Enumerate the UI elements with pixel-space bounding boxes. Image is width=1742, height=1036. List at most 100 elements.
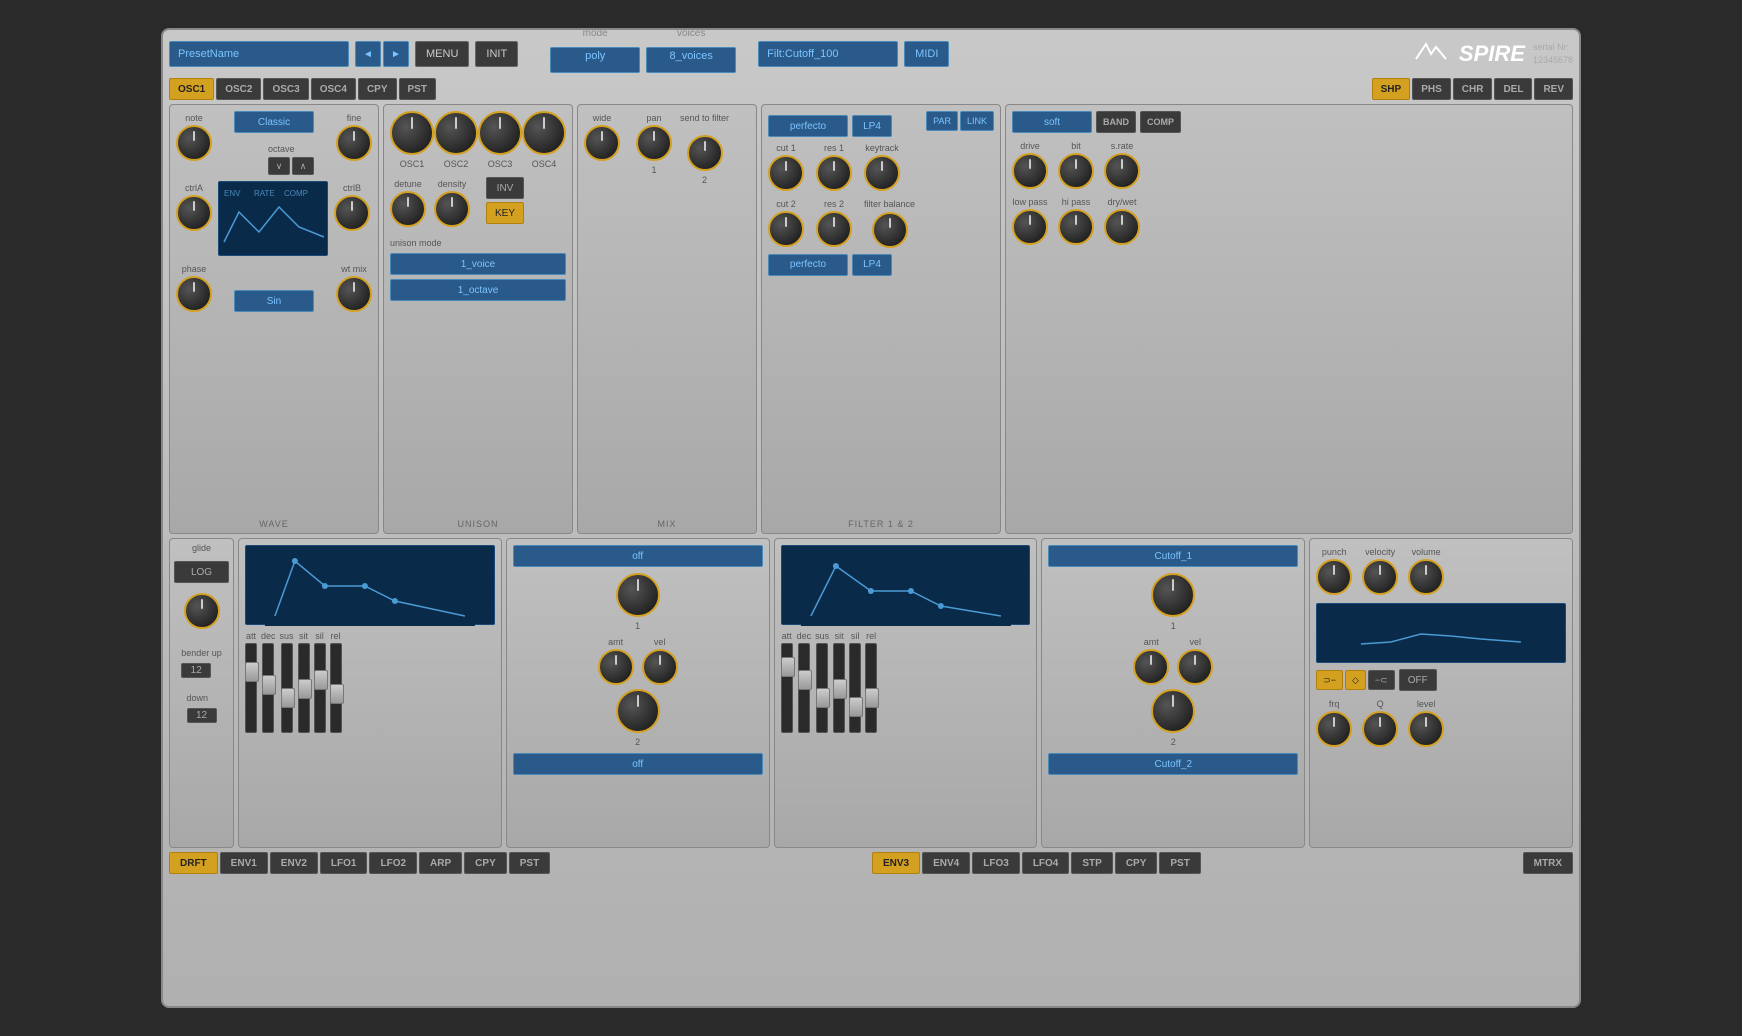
lfo2-tab[interactable]: LFO2 [369, 852, 417, 874]
lfo4-tab[interactable]: LFO4 [1022, 852, 1070, 874]
lfo1-off2-display[interactable]: off [513, 753, 763, 775]
band-button[interactable]: BAND [1096, 111, 1136, 133]
q-knob[interactable] [1362, 711, 1398, 747]
filter-balance-knob[interactable] [872, 212, 908, 248]
cut2-knob[interactable] [768, 211, 804, 247]
tab-osc2[interactable]: OSC2 [216, 78, 261, 100]
punch-knob[interactable] [1316, 559, 1352, 595]
ctrla-knob[interactable] [176, 195, 212, 231]
att1-fader[interactable] [245, 643, 257, 733]
pst-bottom-tab[interactable]: PST [509, 852, 550, 874]
tab-pst-osc[interactable]: PST [399, 78, 436, 100]
keytrack-knob[interactable] [864, 155, 900, 191]
eq-off-button[interactable]: OFF [1399, 669, 1437, 691]
voices-display[interactable]: 8_voices [646, 47, 736, 73]
filter1-mode-display[interactable]: LP4 [852, 115, 892, 137]
tab-osc4[interactable]: OSC4 [311, 78, 356, 100]
bender-down-value[interactable]: 12 [187, 708, 217, 723]
cpy-right-tab[interactable]: CPY [1115, 852, 1158, 874]
sin-display[interactable]: Sin [234, 290, 314, 312]
osc2-mix-knob[interactable] [434, 111, 478, 155]
env4-tab[interactable]: ENV4 [922, 852, 970, 874]
send-filter-knob[interactable] [687, 135, 723, 171]
dec3-fader[interactable] [798, 643, 810, 733]
lfo1-tab[interactable]: LFO1 [320, 852, 368, 874]
mode-display[interactable]: poly [550, 47, 640, 73]
bit-knob[interactable] [1058, 153, 1094, 189]
fx-tab-shp[interactable]: SHP [1372, 78, 1411, 100]
cutoff1-display[interactable]: Cutoff_1 [1048, 545, 1298, 567]
bender-up-value[interactable]: 12 [181, 663, 211, 678]
frq-knob[interactable] [1316, 711, 1352, 747]
ctrlb-knob[interactable] [334, 195, 370, 231]
detune-knob[interactable] [390, 191, 426, 227]
sit1-fader[interactable] [298, 643, 310, 733]
osc3-mix-knob[interactable] [478, 111, 522, 155]
note-knob[interactable] [176, 125, 212, 161]
vel3-knob[interactable] [1177, 649, 1213, 685]
cutoff2-display[interactable]: Cutoff_2 [1048, 753, 1298, 775]
lfo3-tab[interactable]: LFO3 [972, 852, 1020, 874]
preset-prev-button[interactable]: ◄ [355, 41, 381, 67]
sit3-fader[interactable] [833, 643, 845, 733]
lfo1-knob1[interactable] [616, 573, 660, 617]
filter2-type-display[interactable]: perfecto [768, 254, 848, 276]
fx-tab-phs[interactable]: PHS [1412, 78, 1451, 100]
osc1-mix-knob[interactable] [390, 111, 434, 155]
key-button[interactable]: KEY [486, 202, 524, 224]
res1-knob[interactable] [816, 155, 852, 191]
filter1-type-display[interactable]: perfecto [768, 115, 848, 137]
drft-tab[interactable]: DRFT [169, 852, 218, 874]
density-knob[interactable] [434, 191, 470, 227]
env3-tab[interactable]: ENV3 [872, 852, 920, 874]
dry-wet-knob[interactable] [1104, 209, 1140, 245]
sil1-fader[interactable] [314, 643, 326, 733]
sil3-fader[interactable] [849, 643, 861, 733]
wt-mix-knob[interactable] [336, 276, 372, 312]
mtrx-tab[interactable]: MTRX [1523, 852, 1573, 874]
amt3-knob[interactable] [1133, 649, 1169, 685]
log-button[interactable]: LOG [174, 561, 229, 583]
init-button[interactable]: INIT [475, 41, 518, 67]
fx-tab-chr[interactable]: CHR [1453, 78, 1493, 100]
midi-button[interactable]: MIDI [904, 41, 949, 67]
glide-knob[interactable] [184, 593, 220, 629]
env2-tab[interactable]: ENV2 [270, 852, 318, 874]
dec1-fader[interactable] [262, 643, 274, 733]
att3-fader[interactable] [781, 643, 793, 733]
oct-down-btn[interactable]: ∨ [268, 157, 290, 175]
stp-tab[interactable]: STP [1071, 852, 1112, 874]
wide-knob[interactable] [584, 125, 620, 161]
rel3-fader[interactable] [865, 643, 877, 733]
pitch-display[interactable]: Filt:Cutoff_100 [758, 41, 898, 67]
cpy-bottom-tab[interactable]: CPY [464, 852, 507, 874]
rel1-fader[interactable] [330, 643, 342, 733]
phase-knob[interactable] [176, 276, 212, 312]
res2-knob[interactable] [816, 211, 852, 247]
oct-up-btn[interactable]: ∧ [292, 157, 314, 175]
comp-button[interactable]: COMP [1140, 111, 1181, 133]
filter2-mode-display[interactable]: LP4 [852, 254, 892, 276]
lfo3-knob2[interactable] [1151, 689, 1195, 733]
eq-lowcut-btn[interactable]: ⊃− [1316, 670, 1343, 690]
velocity-knob[interactable] [1362, 559, 1398, 595]
lfo1-knob2[interactable] [616, 689, 660, 733]
unison-octave-display[interactable]: 1_octave [390, 279, 566, 301]
cut1-knob[interactable] [768, 155, 804, 191]
link-button[interactable]: LINK [960, 111, 994, 131]
fine-knob[interactable] [336, 125, 372, 161]
fx-tab-del[interactable]: DEL [1494, 78, 1532, 100]
volume-knob[interactable] [1408, 559, 1444, 595]
waveform-display[interactable]: Classic [234, 111, 314, 133]
eq-peak-btn[interactable]: ◇ [1345, 670, 1366, 690]
lfo3-knob1[interactable] [1151, 573, 1195, 617]
fx-mode-display[interactable]: soft [1012, 111, 1092, 133]
par-button[interactable]: PAR [926, 111, 958, 131]
unison-mode-display[interactable]: 1_voice [390, 253, 566, 275]
srate-knob[interactable] [1104, 153, 1140, 189]
arp-tab[interactable]: ARP [419, 852, 462, 874]
pst-right-tab[interactable]: PST [1159, 852, 1200, 874]
vel1-knob[interactable] [642, 649, 678, 685]
tab-cpy-osc[interactable]: CPY [358, 78, 397, 100]
tab-osc3[interactable]: OSC3 [263, 78, 308, 100]
